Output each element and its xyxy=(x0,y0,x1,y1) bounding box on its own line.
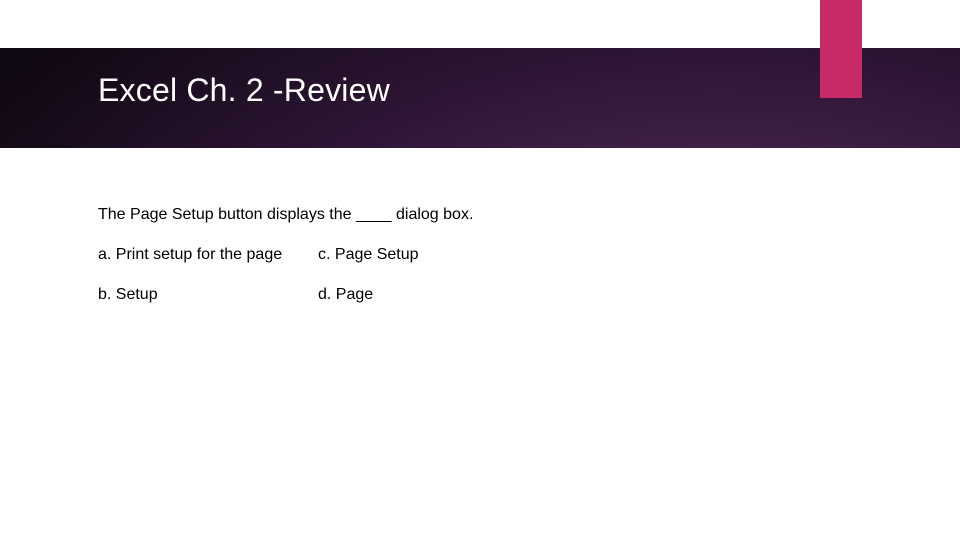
options-row-2: b. Setup d. Page xyxy=(98,286,419,304)
option-a: a. Print setup for the page xyxy=(98,246,318,264)
options-row-1: a. Print setup for the page c. Page Setu… xyxy=(98,246,419,264)
slide-title: Excel Ch. 2 -Review xyxy=(98,72,390,109)
options-grid: a. Print setup for the page c. Page Setu… xyxy=(98,246,419,326)
option-d: d. Page xyxy=(318,286,373,304)
option-c: c. Page Setup xyxy=(318,246,419,264)
accent-block xyxy=(820,0,862,98)
option-b: b. Setup xyxy=(98,286,318,304)
question-text: The Page Setup button displays the ____ … xyxy=(98,206,473,224)
